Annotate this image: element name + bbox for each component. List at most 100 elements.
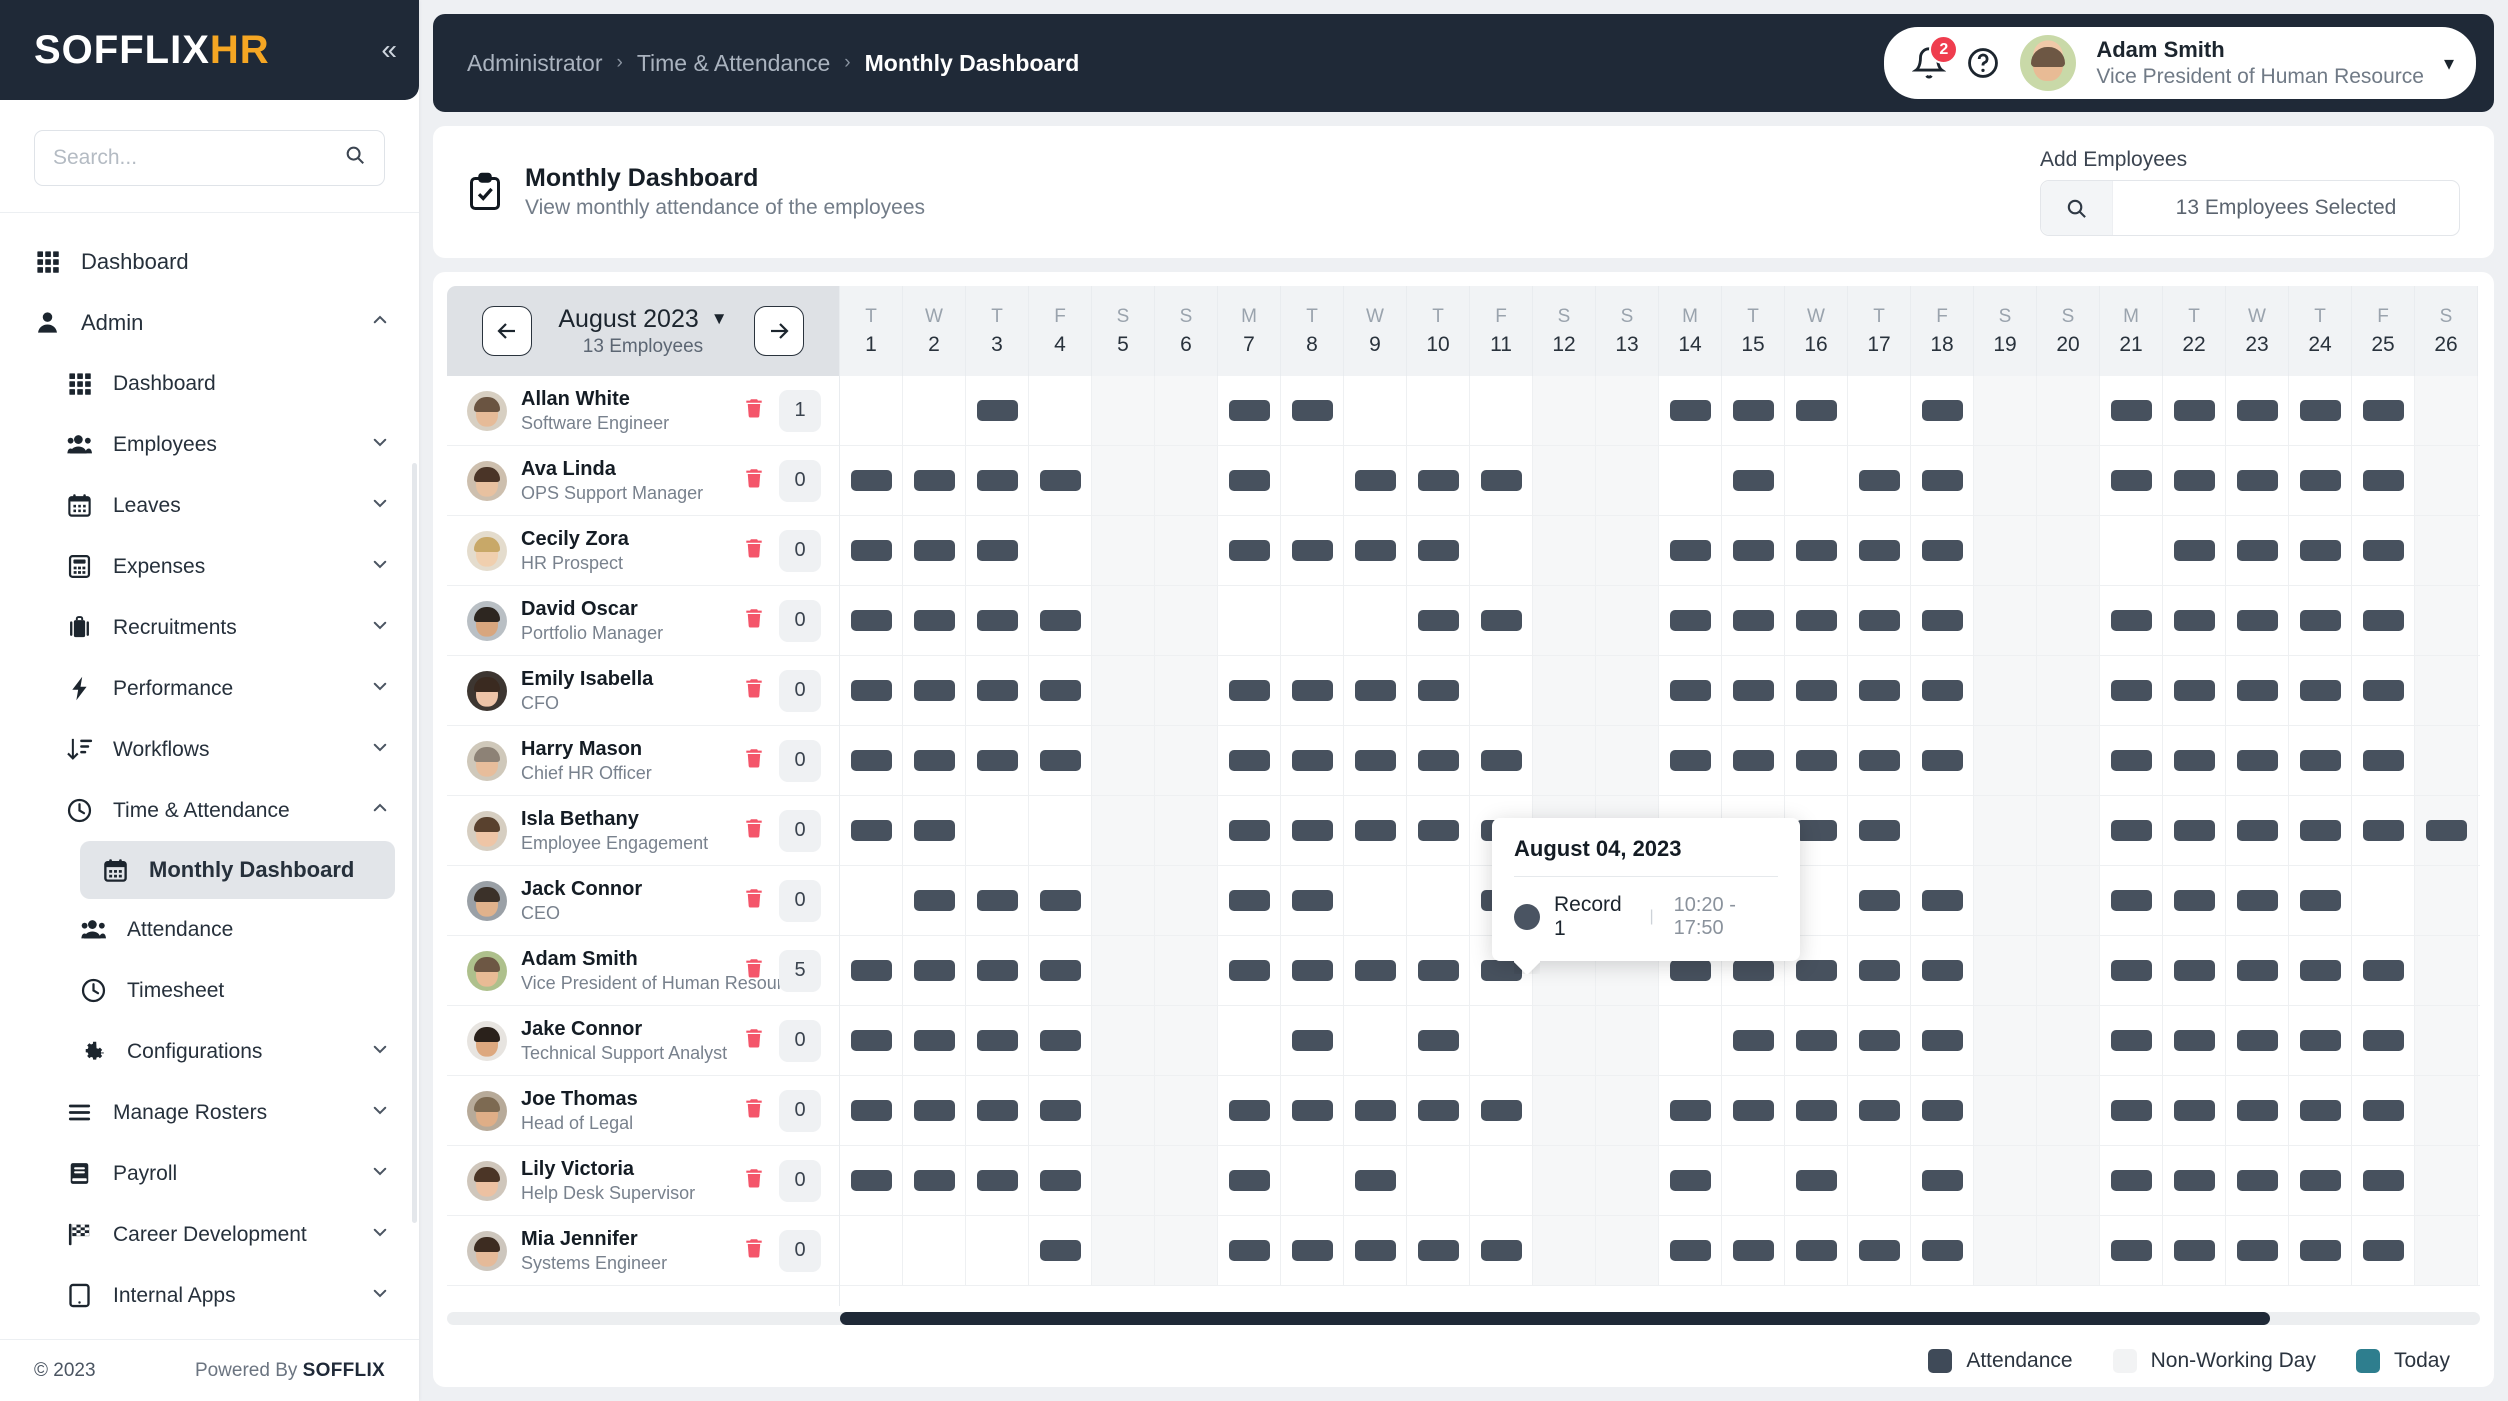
attendance-bar[interactable]	[2173, 750, 2215, 771]
attendance-cell[interactable]	[1848, 1146, 1911, 1215]
attendance-cell[interactable]	[1281, 936, 1344, 1005]
attendance-cell[interactable]	[1722, 656, 1785, 725]
attendance-cell[interactable]	[1596, 726, 1659, 795]
attendance-cell[interactable]	[1029, 1146, 1092, 1215]
attendance-bar[interactable]	[2299, 540, 2341, 561]
attendance-bar[interactable]	[1795, 820, 1837, 841]
attendance-bar[interactable]	[913, 470, 955, 491]
attendance-cell[interactable]	[1659, 1006, 1722, 1075]
attendance-cell[interactable]	[1344, 446, 1407, 515]
delete-icon[interactable]	[743, 957, 765, 985]
attendance-bar[interactable]	[1732, 470, 1774, 491]
attendance-cell[interactable]	[840, 936, 903, 1005]
attendance-bar[interactable]	[1480, 470, 1522, 491]
sidebar-item-dashboard[interactable]: Dashboard	[0, 353, 419, 414]
sidebar-item-admin[interactable]: Admin	[0, 292, 419, 353]
delete-icon[interactable]	[743, 677, 765, 705]
attendance-cell[interactable]	[1029, 866, 1092, 935]
chevron-down-icon[interactable]	[371, 677, 389, 700]
attendance-cell[interactable]	[1470, 1006, 1533, 1075]
attendance-cell[interactable]	[1785, 516, 1848, 585]
employees-select[interactable]: 13 Employees Selected	[2040, 180, 2460, 236]
attendance-cell[interactable]	[2100, 866, 2163, 935]
employee-row[interactable]: Mia Jennifer Systems Engineer 0	[447, 1216, 839, 1286]
attendance-cell[interactable]	[1974, 1006, 2037, 1075]
attendance-cell[interactable]	[1533, 1216, 1596, 1285]
attendance-cell[interactable]	[1659, 516, 1722, 585]
attendance-cell[interactable]	[1974, 656, 2037, 725]
attendance-cell[interactable]	[2352, 656, 2415, 725]
attendance-cell[interactable]	[966, 1006, 1029, 1075]
attendance-bar[interactable]	[1354, 540, 1396, 561]
attendance-cell[interactable]	[1092, 726, 1155, 795]
attendance-cell[interactable]	[1344, 376, 1407, 445]
attendance-cell[interactable]	[1029, 1216, 1092, 1285]
attendance-cell[interactable]	[2289, 1146, 2352, 1215]
attendance-cell[interactable]	[840, 446, 903, 515]
employee-row[interactable]: Allan White Software Engineer 1	[447, 376, 839, 446]
attendance-bar[interactable]	[1039, 1100, 1081, 1121]
chevron-down-icon[interactable]	[371, 494, 389, 517]
attendance-cell[interactable]	[966, 376, 1029, 445]
attendance-cell[interactable]	[966, 1076, 1029, 1145]
attendance-cell[interactable]	[2163, 726, 2226, 795]
attendance-bar[interactable]	[2236, 820, 2278, 841]
attendance-cell[interactable]	[1974, 1076, 2037, 1145]
attendance-bar[interactable]	[1732, 750, 1774, 771]
attendance-cell[interactable]	[1344, 796, 1407, 865]
attendance-cell[interactable]	[1092, 796, 1155, 865]
attendance-cell[interactable]	[1974, 726, 2037, 795]
chevron-down-icon[interactable]	[371, 616, 389, 639]
attendance-cell[interactable]	[2415, 1076, 2478, 1145]
employee-row[interactable]: Adam Smith Vice President of Human Resou…	[447, 936, 839, 1006]
sidebar-item-expenses[interactable]: Expenses	[0, 536, 419, 597]
attendance-bar[interactable]	[2362, 1030, 2404, 1051]
chevron-up-icon[interactable]	[371, 311, 389, 334]
attendance-cell[interactable]	[1029, 726, 1092, 795]
attendance-cell[interactable]	[1659, 376, 1722, 445]
attendance-bar[interactable]	[1417, 680, 1459, 701]
attendance-bar[interactable]	[2362, 750, 2404, 771]
scrollbar-thumb[interactable]	[840, 1312, 2270, 1325]
attendance-cell[interactable]	[2415, 656, 2478, 725]
attendance-cell[interactable]	[2226, 796, 2289, 865]
attendance-bar[interactable]	[1669, 680, 1711, 701]
attendance-bar[interactable]	[850, 610, 892, 631]
attendance-cell[interactable]	[2352, 1006, 2415, 1075]
attendance-cell[interactable]	[1344, 866, 1407, 935]
attendance-cell[interactable]	[2415, 726, 2478, 795]
attendance-cell[interactable]	[1722, 1006, 1785, 1075]
attendance-cell[interactable]	[1092, 1076, 1155, 1145]
attendance-bar[interactable]	[1669, 1100, 1711, 1121]
attendance-bar[interactable]	[1921, 540, 1963, 561]
attendance-cell[interactable]	[2226, 1146, 2289, 1215]
attendance-cell[interactable]	[966, 586, 1029, 655]
sidebar-item-timesheet[interactable]: Timesheet	[0, 960, 419, 1021]
month-label-row[interactable]: August 2023 ▼	[558, 305, 727, 334]
attendance-cell[interactable]	[2100, 796, 2163, 865]
attendance-bar[interactable]	[1732, 1240, 1774, 1261]
attendance-cell[interactable]	[2226, 376, 2289, 445]
attendance-cell[interactable]	[966, 866, 1029, 935]
attendance-cell[interactable]	[2415, 866, 2478, 935]
attendance-bar[interactable]	[2362, 470, 2404, 491]
attendance-cell[interactable]	[2163, 936, 2226, 1005]
attendance-cell[interactable]	[1533, 1146, 1596, 1215]
notifications-bell[interactable]: 2	[1911, 35, 1959, 80]
attendance-bar[interactable]	[976, 680, 1018, 701]
attendance-cell[interactable]	[2037, 446, 2100, 515]
attendance-bar[interactable]	[2110, 470, 2152, 491]
attendance-bar[interactable]	[1354, 680, 1396, 701]
attendance-cell[interactable]	[2037, 1146, 2100, 1215]
attendance-bar[interactable]	[2362, 1240, 2404, 1261]
attendance-cell[interactable]	[1407, 866, 1470, 935]
attendance-bar[interactable]	[1795, 750, 1837, 771]
sidebar-item-time-attendance[interactable]: Time & Attendance	[0, 780, 419, 841]
attendance-bar[interactable]	[2110, 1030, 2152, 1051]
attendance-bar[interactable]	[2236, 1100, 2278, 1121]
attendance-cell[interactable]	[1407, 656, 1470, 725]
attendance-cell[interactable]	[1470, 656, 1533, 725]
attendance-cell[interactable]	[1155, 796, 1218, 865]
attendance-bar[interactable]	[1858, 960, 1900, 981]
attendance-bar[interactable]	[1732, 610, 1774, 631]
